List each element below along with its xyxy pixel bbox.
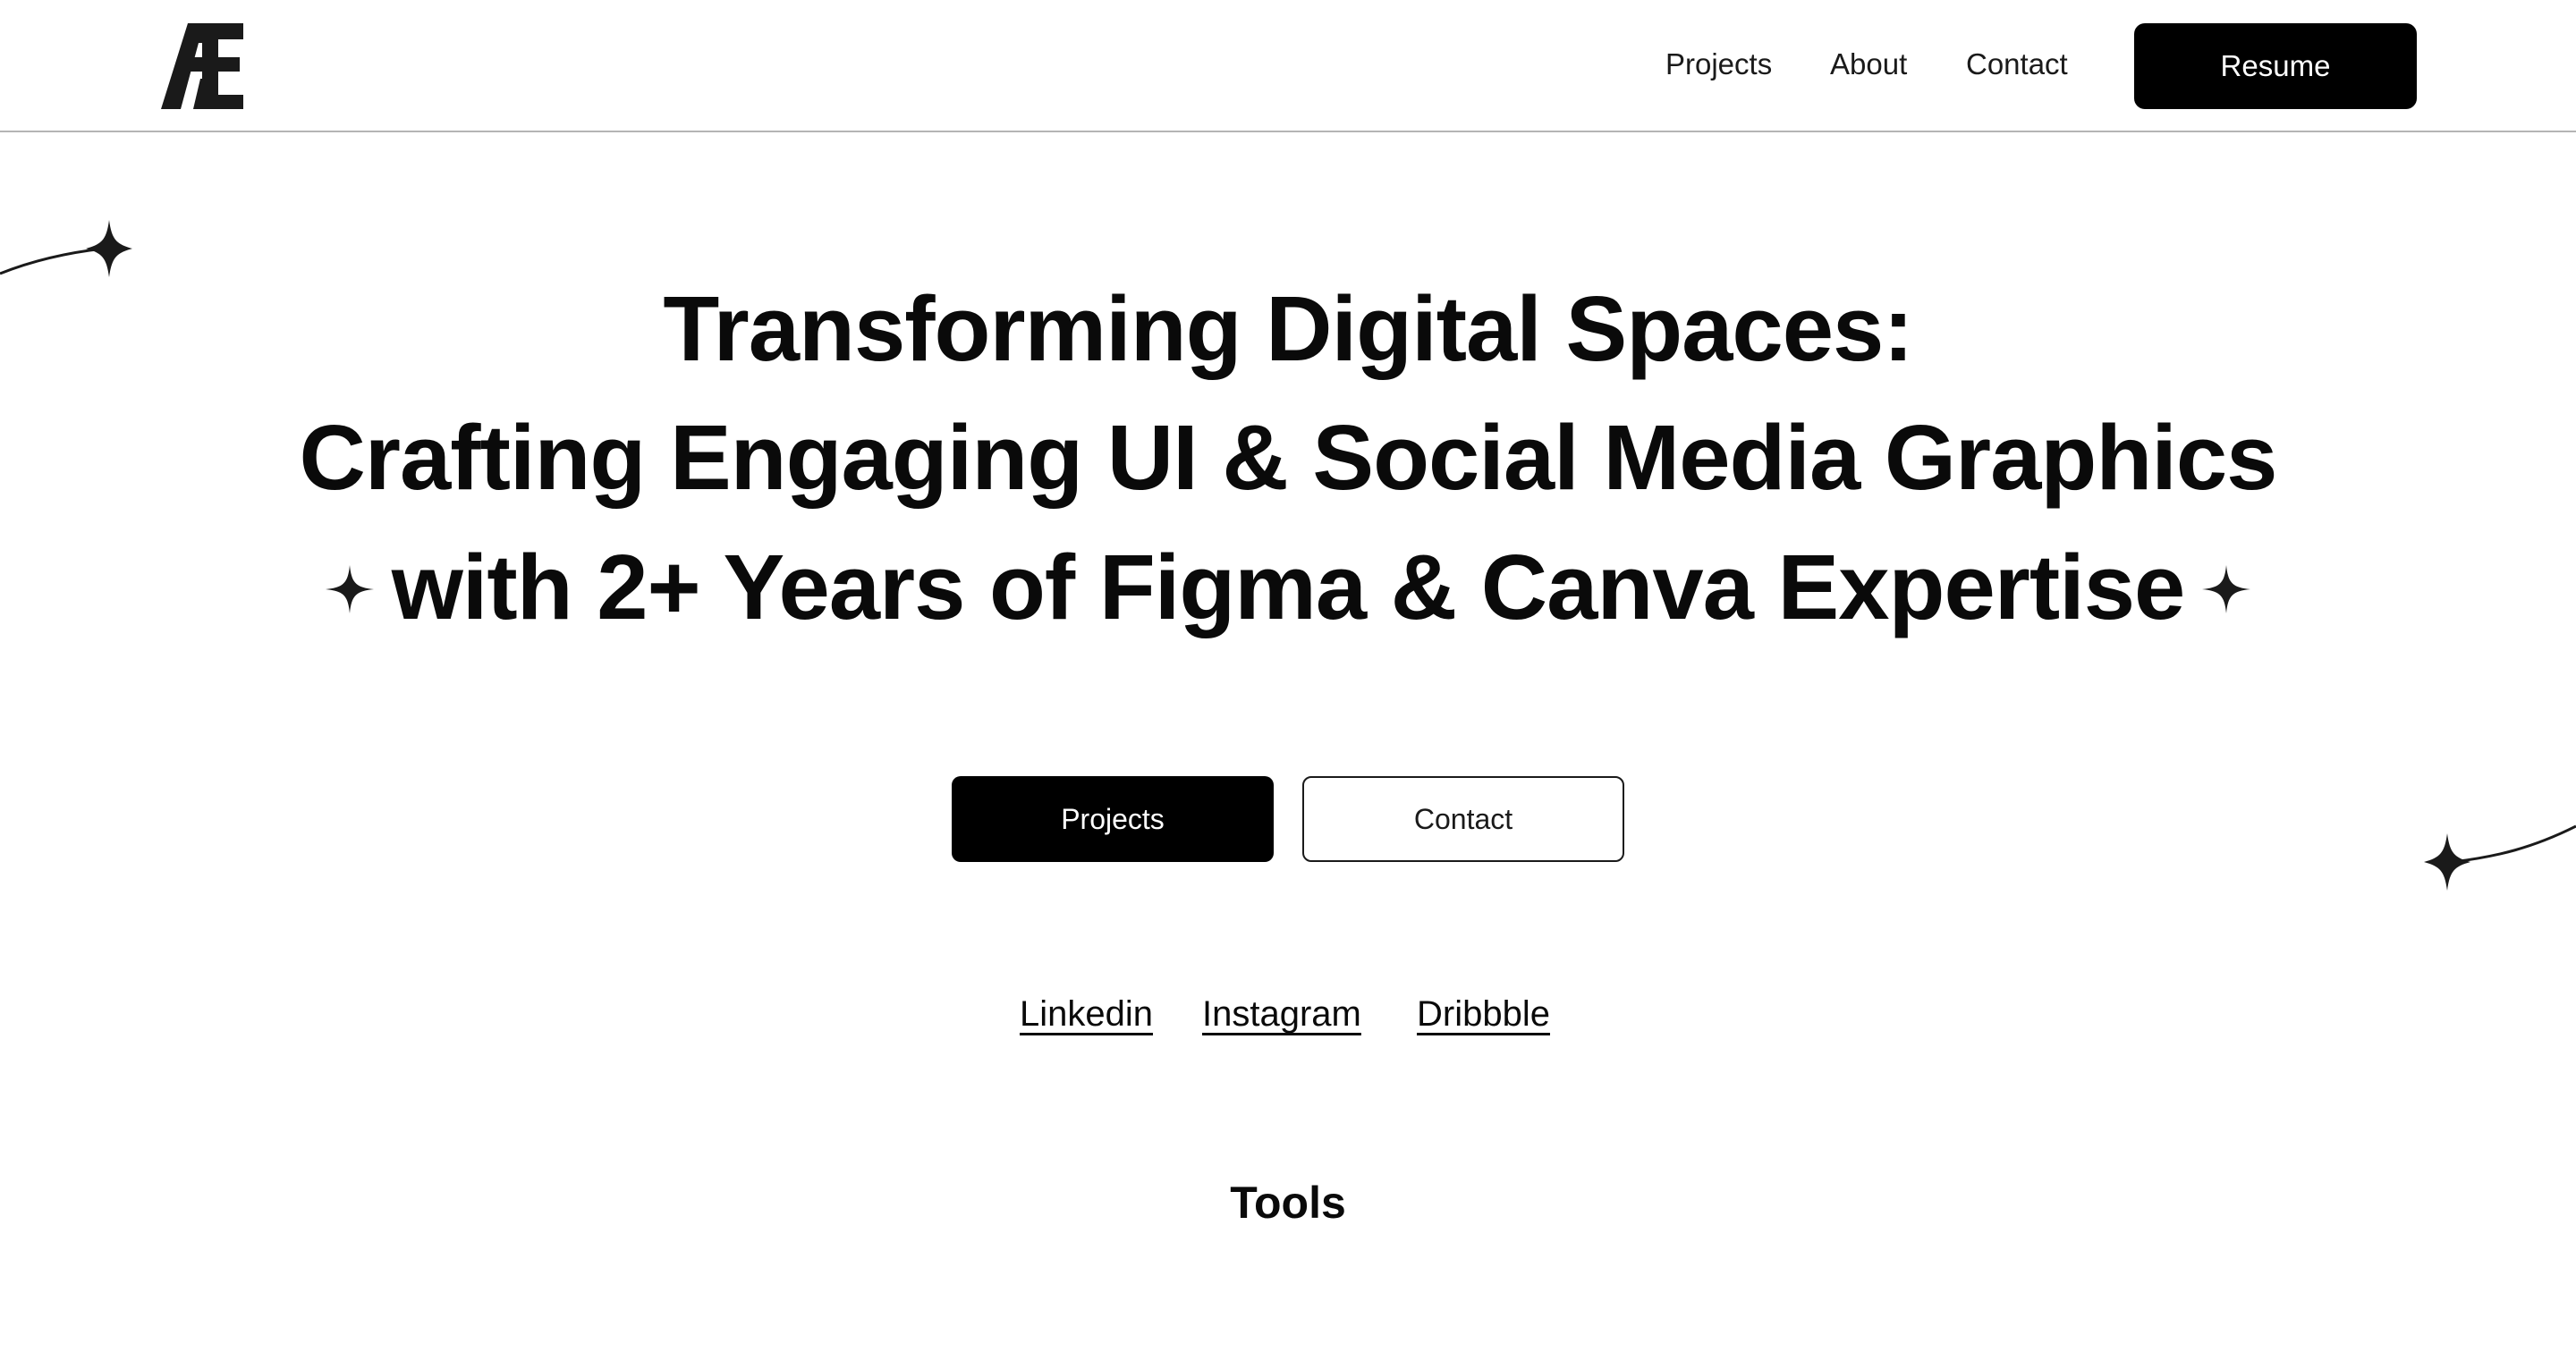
site-header: Projects About Contact Resume (0, 0, 2576, 132)
sparkle-swoosh-right-icon (2424, 824, 2576, 891)
tools-heading: Tools (1230, 1178, 1346, 1228)
sparkle-swoosh-left-icon (0, 220, 132, 277)
projects-cta-button[interactable]: Projects (952, 776, 1274, 862)
hero-title-line-1: Transforming Digital Spaces: (663, 277, 1913, 380)
contact-cta-button[interactable]: Contact (1302, 776, 1624, 862)
ae-monogram-logo[interactable] (161, 23, 243, 109)
hero-title-line-3-text: with 2+ Years of Figma & Canva Expertise (391, 536, 2186, 638)
portfolio-page: Projects About Contact Resume Transformi… (0, 0, 2576, 1352)
sparkle-right-icon (2202, 564, 2251, 613)
sparkle-left-icon (325, 564, 374, 613)
resume-button[interactable]: Resume (2134, 23, 2417, 109)
social-link-instagram[interactable]: Instagram (1202, 994, 1361, 1035)
hero-title-line-2: Crafting Engaging UI & Social Media Grap… (299, 406, 2278, 509)
nav-projects-link[interactable]: Projects (1665, 47, 1772, 81)
hero-title-line-3: with 2+ Years of Figma & Canva Expertise (0, 541, 2576, 633)
social-link-dribbble[interactable]: Dribbble (1417, 994, 1550, 1035)
nav-contact-link[interactable]: Contact (1966, 47, 2068, 81)
nav-about-link[interactable]: About (1830, 47, 1907, 81)
social-link-linkedin[interactable]: Linkedin (1020, 994, 1153, 1035)
